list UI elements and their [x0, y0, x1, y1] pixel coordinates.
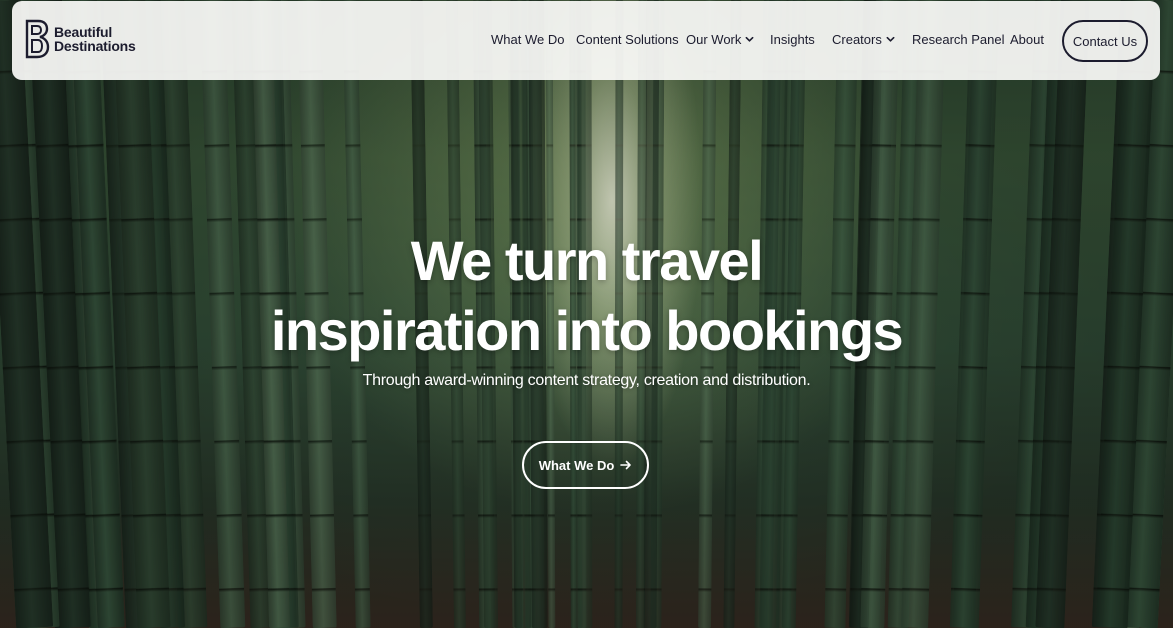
hero-section: We turn travel inspiration into bookings…	[0, 0, 1173, 628]
nav-item-label: Research Panel	[912, 32, 1005, 47]
hero-headline: We turn travel inspiration into bookings	[0, 226, 1173, 366]
nav-item-insights[interactable]: Insights	[770, 32, 815, 47]
nav-item-what-we-do[interactable]: What We Do	[491, 32, 564, 47]
chevron-down-icon	[886, 36, 895, 42]
nav-item-label: Insights	[770, 32, 815, 47]
nav-item-label: About	[1010, 32, 1044, 47]
nav-item-about[interactable]: About	[1010, 32, 1044, 47]
hero-subtitle: Through award-winning content strategy, …	[362, 372, 811, 389]
what-we-do-cta-button[interactable]: What We Do	[522, 441, 649, 489]
chevron-down-icon	[745, 36, 754, 42]
contact-us-button[interactable]: Contact Us	[1062, 20, 1148, 62]
headline-line-1: We turn travel	[410, 229, 764, 292]
main-nav: What We Do Content Solutions Our Work In…	[12, 32, 1160, 52]
arrow-right-icon	[620, 460, 632, 470]
nav-item-label: Creators	[832, 32, 882, 47]
nav-item-label: Our Work	[686, 32, 742, 47]
headline-line-2: inspiration into bookings	[270, 299, 904, 362]
nav-item-label: Content Solutions	[576, 32, 679, 47]
top-navbar: Beautiful Destinations What We Do Conten…	[12, 1, 1160, 80]
nav-item-our-work[interactable]: Our Work	[686, 32, 754, 47]
nav-item-research-panel[interactable]: Research Panel	[912, 32, 1005, 47]
nav-item-label: What We Do	[491, 32, 565, 47]
nav-item-content-solutions[interactable]: Content Solutions	[576, 32, 679, 47]
cta-label: What We Do	[538, 457, 615, 473]
nav-item-creators[interactable]: Creators	[832, 32, 895, 47]
